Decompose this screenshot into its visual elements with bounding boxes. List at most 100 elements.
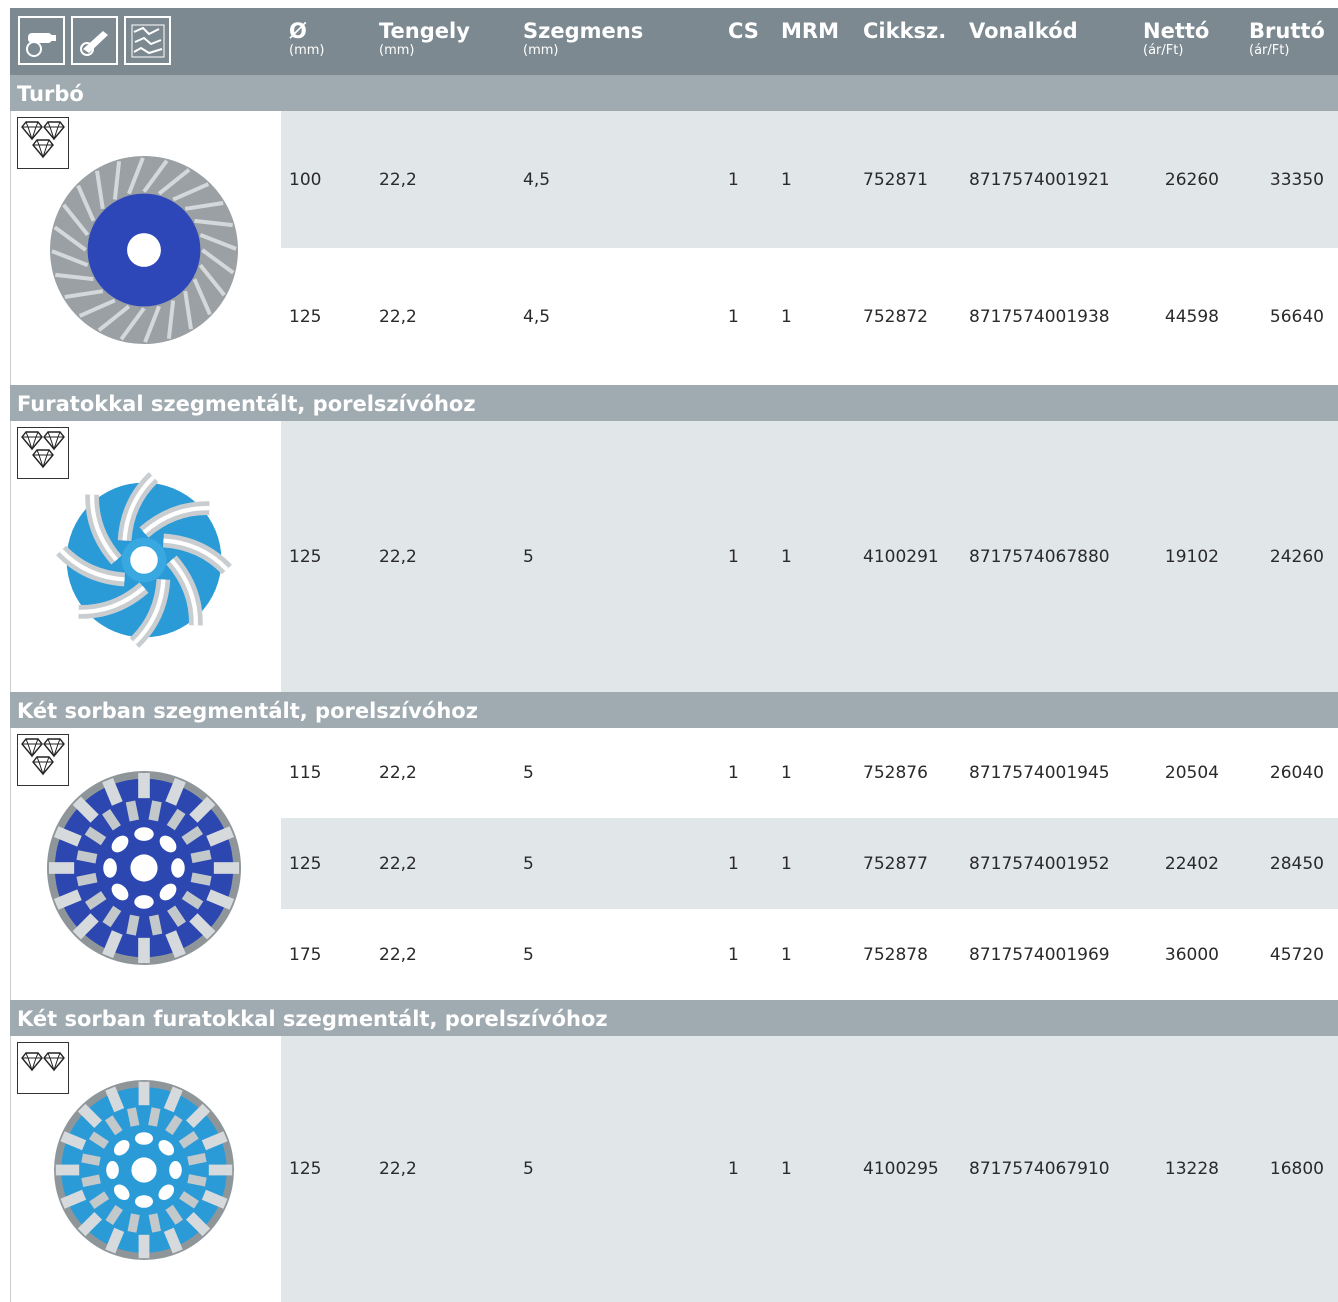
cell-net: 13228	[1164, 1159, 1219, 1179]
cell-barcode: 8717574001938	[969, 306, 1110, 327]
cell-arbor: 22,2	[379, 306, 417, 327]
cell-seg: 4,5	[523, 169, 551, 190]
table-row: 115 22,2 5 1 1 752876 8717574001945 20504 26040	[281, 728, 1338, 818]
cell-seg: 5	[523, 1159, 534, 1179]
column-header: Tengely (mm)	[379, 18, 470, 58]
cell-seg: 5	[523, 944, 534, 965]
product-image-cell	[10, 728, 281, 1000]
cell-sku: 4100291	[863, 546, 939, 567]
section-title: Két sorban szegmentált, porelszívóhoz	[10, 692, 1338, 728]
cell-cs: 1	[728, 944, 739, 965]
cup-wheel-image	[56, 472, 232, 652]
column-title: CS	[728, 19, 759, 43]
column-header: Ø (mm)	[289, 18, 324, 58]
angle-grinder-large-icon	[71, 16, 118, 65]
table-header: Ø (mm) Tengely (mm) Szegmens (mm) CS MRM Cikksz.…	[10, 8, 1338, 75]
column-title: Tengely	[379, 19, 470, 43]
cell-net: 20504	[1164, 763, 1219, 783]
cell-arbor: 22,2	[379, 853, 417, 874]
cell-gross: 45720	[1269, 944, 1324, 965]
cell-arbor: 22,2	[379, 546, 417, 567]
cell-d: 125	[289, 853, 322, 874]
table-row: 100 22,2 4,5 1 1 752871 8717574001921 26260 3335…	[281, 111, 1338, 248]
angle-grinder-icon	[18, 16, 65, 65]
cell-mrm: 1	[781, 1159, 792, 1179]
column-header: Cikksz.	[863, 18, 946, 44]
cell-sku: 752878	[863, 944, 928, 965]
cell-sku: 4100295	[863, 1159, 939, 1179]
column-header: Nettó (ár/Ft)	[1143, 18, 1209, 58]
cell-gross: 56640	[1269, 306, 1324, 327]
cell-sku: 752871	[863, 169, 928, 190]
cell-d: 115	[289, 763, 322, 783]
cell-mrm: 1	[781, 763, 792, 783]
column-header: MRM	[781, 18, 839, 44]
cell-net: 26260	[1164, 169, 1219, 190]
section-title: Furatokkal szegmentált, porelszívóhoz	[10, 385, 1338, 421]
cell-seg: 5	[523, 763, 534, 783]
column-unit: (mm)	[289, 43, 325, 58]
column-header: CS	[728, 18, 759, 44]
column-title: Nettó	[1143, 19, 1210, 43]
column-unit: (mm)	[379, 43, 415, 58]
cup-wheel-image	[48, 154, 240, 350]
column-title: Cikksz.	[863, 19, 947, 43]
cell-d: 125	[289, 546, 322, 567]
cell-mrm: 1	[781, 944, 792, 965]
column-title: MRM	[781, 19, 839, 43]
cell-seg: 4,5	[523, 306, 551, 327]
cell-net: 44598	[1164, 306, 1219, 327]
cell-cs: 1	[728, 1159, 739, 1179]
cell-mrm: 1	[781, 306, 792, 327]
column-title: Bruttó	[1249, 19, 1325, 43]
cell-cs: 1	[728, 763, 739, 783]
cell-barcode: 8717574001969	[969, 944, 1110, 965]
cell-net: 19102	[1164, 546, 1219, 567]
cell-barcode: 8717574001945	[969, 763, 1110, 783]
cell-mrm: 1	[781, 853, 792, 874]
cell-gross: 33350	[1269, 169, 1324, 190]
cell-seg: 5	[523, 546, 534, 567]
cell-d: 125	[289, 306, 322, 327]
cell-cs: 1	[728, 169, 739, 190]
cell-arbor: 22,2	[379, 169, 417, 190]
column-unit: (ár/Ft)	[1249, 43, 1290, 58]
cell-d: 125	[289, 1159, 322, 1179]
cell-sku: 752872	[863, 306, 928, 327]
column-unit: (mm)	[523, 43, 559, 58]
column-header: Bruttó (ár/Ft)	[1249, 18, 1325, 58]
table-row: 125 22,2 5 1 1 4100295 8717574067910 13228 16800	[281, 1036, 1338, 1302]
product-image-cell	[10, 111, 281, 385]
cell-cs: 1	[728, 306, 739, 327]
header-icons	[18, 16, 171, 65]
table-row: 125 22,2 4,5 1 1 752872 8717574001938 44598 5664…	[281, 248, 1338, 385]
cell-gross: 24260	[1269, 546, 1324, 567]
cell-sku: 752876	[863, 763, 928, 783]
section-title: Két sorban furatokkal szegmentált, porel…	[10, 1000, 1338, 1036]
cell-gross: 28450	[1269, 853, 1324, 874]
cell-d: 175	[289, 944, 322, 965]
cell-sku: 752877	[863, 853, 928, 874]
column-unit: (ár/Ft)	[1143, 43, 1184, 58]
cell-cs: 1	[728, 853, 739, 874]
cell-net: 22402	[1164, 853, 1219, 874]
cell-barcode: 8717574001952	[969, 853, 1110, 874]
concrete-surface-icon	[124, 16, 171, 65]
product-image-cell	[10, 1036, 281, 1302]
cell-gross: 26040	[1269, 763, 1324, 783]
section-title: Turbó	[10, 75, 1338, 111]
cell-arbor: 22,2	[379, 763, 417, 783]
cell-cs: 1	[728, 546, 739, 567]
cell-barcode: 8717574001921	[969, 169, 1110, 190]
product-image-cell	[10, 421, 281, 692]
cell-mrm: 1	[781, 169, 792, 190]
cell-d: 100	[289, 169, 322, 190]
cup-wheel-image	[45, 769, 243, 971]
table-row: 175 22,2 5 1 1 752878 8717574001969 36000 45720	[281, 909, 1338, 1000]
cell-arbor: 22,2	[379, 1159, 417, 1179]
column-header: Szegmens (mm)	[523, 18, 643, 58]
cell-barcode: 8717574067880	[969, 546, 1110, 567]
column-header: Vonalkód	[969, 18, 1078, 44]
column-title: Szegmens	[523, 19, 644, 43]
cell-net: 36000	[1164, 944, 1219, 965]
